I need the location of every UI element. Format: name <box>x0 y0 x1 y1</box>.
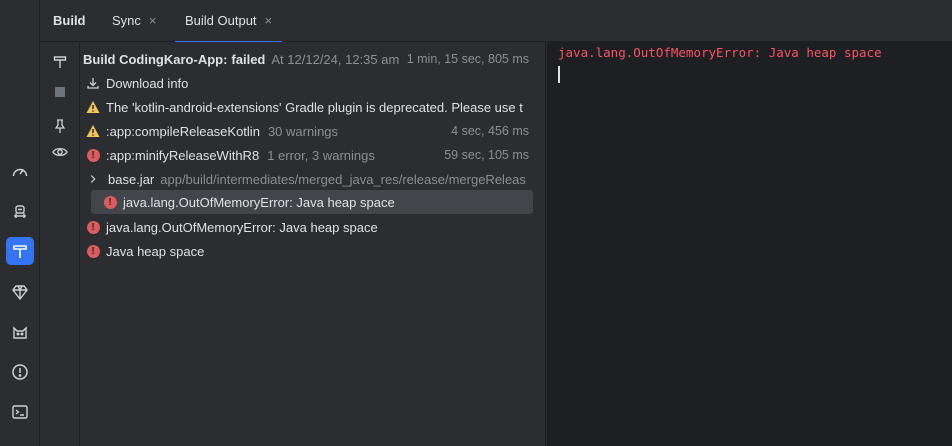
compile-task-row[interactable]: :app:compileReleaseKotlin 30 warnings 4 … <box>81 119 545 143</box>
stop-icon[interactable] <box>50 82 70 102</box>
heap-text: Java heap space <box>106 243 205 259</box>
close-icon[interactable]: × <box>149 0 157 42</box>
tool-window-strip <box>0 0 40 446</box>
build-root-row[interactable]: Build CodingKaro-App: failed At 12/12/24… <box>81 47 545 71</box>
tab-build-label: Build <box>53 13 86 28</box>
oom-row[interactable]: ! java.lang.OutOfMemoryError: Java heap … <box>81 215 545 239</box>
tab-bar: Build Sync × Build Output × <box>40 0 952 43</box>
profiler-icon[interactable] <box>6 158 34 186</box>
tab-sync-label: Sync <box>112 13 141 28</box>
tab-build[interactable]: Build <box>53 0 86 42</box>
minify-task-row[interactable]: ! :app:minifyReleaseWithR8 1 error, 3 wa… <box>81 143 545 167</box>
oom-child-row[interactable]: ! java.lang.OutOfMemoryError: Java heap … <box>91 190 533 214</box>
problems-icon[interactable] <box>6 358 34 386</box>
chevron-right-icon[interactable] <box>85 171 101 187</box>
pin-icon[interactable] <box>50 116 70 136</box>
download-info-label: Download info <box>106 75 189 91</box>
console-error-text: java.lang.OutOfMemoryError: Java heap sp… <box>558 45 882 60</box>
warning-icon <box>85 99 101 115</box>
basejar-path: app/build/intermediates/merged_java_res/… <box>160 171 526 187</box>
compile-task-detail: 30 warnings <box>267 123 339 139</box>
compile-task-name: :app:compileReleaseKotlin <box>106 123 260 139</box>
tab-sync[interactable]: Sync × <box>112 0 157 42</box>
heap-row[interactable]: ! Java heap space <box>81 239 545 263</box>
download-icon <box>85 75 101 91</box>
build-tree: Build CodingKaro-App: failed At 12/12/24… <box>81 42 546 446</box>
build-timestamp: At 12/12/24, 12:35 am <box>271 51 400 67</box>
oom-text: java.lang.OutOfMemoryError: Java heap sp… <box>106 219 378 235</box>
build-duration: 1 min, 15 sec, 805 ms <box>402 52 529 66</box>
warning-icon <box>85 123 101 139</box>
error-icon: ! <box>102 194 118 210</box>
logcat-icon[interactable] <box>6 318 34 346</box>
gem-icon[interactable] <box>6 278 34 306</box>
error-icon: ! <box>85 243 101 259</box>
eye-icon[interactable] <box>50 142 70 162</box>
close-icon[interactable]: × <box>265 0 273 42</box>
hammer-icon[interactable] <box>50 52 70 72</box>
deprecation-warning-row[interactable]: The 'kotlin-android-extensions' Gradle p… <box>81 95 545 119</box>
build-panel-toolbar <box>40 42 80 446</box>
oom-child-text: java.lang.OutOfMemoryError: Java heap sp… <box>123 194 395 210</box>
build-title: Build CodingKaro-App: <box>83 51 228 67</box>
build-hammer-icon[interactable] <box>6 237 34 265</box>
error-icon: ! <box>85 219 101 235</box>
tab-build-output[interactable]: Build Output × <box>174 0 283 43</box>
basejar-row[interactable]: base.jar app/build/intermediates/merged_… <box>81 167 545 191</box>
tab-build-output-label: Build Output <box>185 13 257 28</box>
minify-task-time: 59 sec, 105 ms <box>440 148 529 162</box>
deprecation-warning-text: The 'kotlin-android-extensions' Gradle p… <box>106 99 523 115</box>
terminal-icon[interactable] <box>6 398 34 426</box>
app-inspection-icon[interactable] <box>6 198 34 226</box>
build-status: failed <box>231 51 266 67</box>
error-icon: ! <box>85 147 101 163</box>
basejar-name: base.jar <box>108 171 155 187</box>
text-caret <box>558 66 560 83</box>
minify-task-detail: 1 error, 3 warnings <box>267 147 375 163</box>
compile-task-time: 4 sec, 456 ms <box>447 124 529 138</box>
download-info-row[interactable]: Download info <box>81 71 545 95</box>
minify-task-name: :app:minifyReleaseWithR8 <box>106 147 260 163</box>
console-output[interactable]: java.lang.OutOfMemoryError: Java heap sp… <box>547 42 952 446</box>
